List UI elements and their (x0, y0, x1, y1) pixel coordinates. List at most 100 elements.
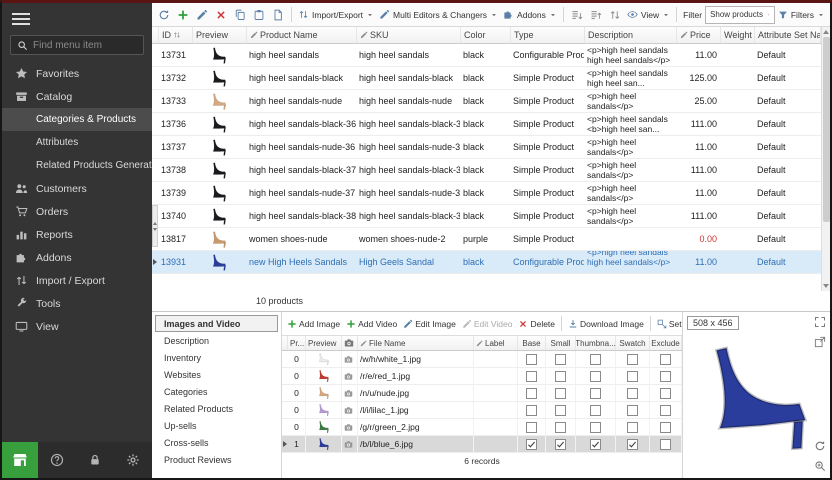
product-row-13737[interactable]: 13737high heel sandals-nude-36high heel … (152, 136, 821, 159)
document-button[interactable] (269, 5, 287, 25)
collapse-rows-button[interactable] (587, 5, 605, 25)
product-row-13736[interactable]: 13736high heel sandals-black-36high heel… (152, 113, 821, 136)
product-row-13733[interactable]: 13733high heel sandals-nudehigh heel san… (152, 90, 821, 113)
sidebar-item-reports[interactable]: Reports (2, 223, 152, 246)
lock-button[interactable] (76, 453, 114, 467)
delete-product-button[interactable] (212, 5, 230, 25)
expand-rows-button[interactable] (568, 5, 586, 25)
checkbox-small[interactable] (555, 354, 566, 365)
settings-button[interactable] (114, 453, 152, 467)
image-row-l-i-lilac-1-jpg[interactable]: 0/l/i/lilac_1.jpg (282, 402, 682, 419)
column-header-type[interactable]: Type (511, 27, 585, 43)
column-header-preview[interactable]: Preview (306, 336, 342, 350)
tab-product-reviews[interactable]: Product Reviews (155, 451, 278, 468)
column-header-preview[interactable]: Preview (193, 27, 247, 43)
checkbox-swatch[interactable] (627, 405, 638, 416)
checkbox-exclude[interactable] (660, 439, 671, 450)
image-row-b-l-blue-6-jpg[interactable]: 1/b/l/blue_6.jpg (282, 436, 682, 453)
checkbox-swatch[interactable] (627, 371, 638, 382)
set-resize-rule-button[interactable]: Set Resize Rule (654, 319, 682, 329)
checkbox-swatch[interactable] (627, 354, 638, 365)
checkbox-thumbnail[interactable] (590, 422, 601, 433)
sidebar-item-related-products-generator[interactable]: Related Products Generator (2, 154, 152, 177)
tab-related-products[interactable]: Related Products (155, 400, 278, 417)
checkbox-small[interactable] (555, 422, 566, 433)
category-filter-select[interactable]: Show products from selected categories (705, 6, 775, 24)
copy-button[interactable] (231, 5, 249, 25)
view-menu[interactable]: View (625, 5, 672, 25)
paste-button[interactable] (250, 5, 268, 25)
tab-inventory[interactable]: Inventory (155, 349, 278, 366)
product-row-13732[interactable]: 13732high heel sandals-blackhigh heel sa… (152, 67, 821, 90)
checkbox-small[interactable] (555, 371, 566, 382)
checkbox-thumbnail[interactable] (590, 371, 601, 382)
sidebar-item-categories-products[interactable]: Categories & Products (2, 108, 152, 131)
sidebar-search[interactable] (10, 35, 144, 55)
product-row-13931[interactable]: 13931new High Heels SandalsHigh Geels Sa… (152, 251, 821, 274)
image-row-n-u-nude-jpg[interactable]: 0/n/u/nude.jpg (282, 385, 682, 402)
image-row-r-e-red-1-jpg[interactable]: 0/r/e/red_1.jpg (282, 368, 682, 385)
checkbox-exclude[interactable] (660, 371, 671, 382)
add-video-button[interactable]: Add Video (343, 319, 400, 329)
checkbox-thumbnail[interactable] (590, 439, 601, 450)
scroll-up-arrow[interactable] (823, 30, 829, 34)
sort-rows-button[interactable] (606, 5, 624, 25)
refresh-button[interactable] (155, 5, 173, 25)
column-header-thumbna[interactable]: Thumbna... (576, 336, 616, 350)
column-header-sku[interactable]: SKU (357, 27, 461, 43)
help-button[interactable] (38, 453, 76, 467)
multi-editors-menu[interactable]: Multi Editors & Changers (377, 5, 500, 25)
addons-menu[interactable]: Addons (501, 5, 559, 25)
tab-images-and-video[interactable]: Images and Video (155, 315, 278, 332)
checkbox-thumbnail[interactable] (590, 354, 601, 365)
menu-toggle-button[interactable] (2, 3, 42, 32)
checkbox-base[interactable] (526, 422, 537, 433)
search-input[interactable] (33, 40, 137, 51)
image-row-w-h-white-1-jpg[interactable]: 0/w/h/white_1.jpg (282, 351, 682, 368)
checkbox-base[interactable] (526, 405, 537, 416)
product-row-13740[interactable]: 13740high heel sandals-black-38high heel… (152, 205, 821, 228)
delete-image-button[interactable]: Delete (515, 319, 558, 329)
add-image-button[interactable]: Add Image (284, 319, 343, 329)
column-header-small[interactable]: Small (546, 336, 576, 350)
sidebar-item-customers[interactable]: Customers (2, 177, 152, 200)
download-image-button[interactable]: Download Image (565, 319, 647, 329)
product-row-13739[interactable]: 13739high heel sandals-nude-37high heel … (152, 182, 821, 205)
column-header-file-name[interactable]: File Name (358, 336, 474, 350)
checkbox-thumbnail[interactable] (590, 405, 601, 416)
add-product-button[interactable] (174, 5, 192, 25)
column-header-swatch[interactable]: Swatch (616, 336, 650, 350)
checkbox-swatch[interactable] (627, 388, 638, 399)
checkbox-small[interactable] (555, 439, 566, 450)
tab-up-sells[interactable]: Up-sells (155, 417, 278, 434)
image-row-g-r-green-2-jpg[interactable]: 0/g/r/green_2.jpg (282, 419, 682, 436)
checkbox-base[interactable] (526, 388, 537, 399)
filters-menu[interactable]: Filters (776, 5, 827, 25)
checkbox-exclude[interactable] (660, 388, 671, 399)
sidebar-item-orders[interactable]: Orders (2, 200, 152, 223)
column-header-pr[interactable]: Pr... (288, 336, 306, 350)
sidebar-item-view[interactable]: View (2, 315, 152, 338)
column-header-camera[interactable] (342, 336, 358, 350)
checkbox-exclude[interactable] (660, 422, 671, 433)
column-header-label[interactable]: Label (474, 336, 518, 350)
sidebar-item-addons[interactable]: Addons (2, 246, 152, 269)
tab-websites[interactable]: Websites (155, 366, 278, 383)
checkbox-swatch[interactable] (627, 422, 638, 433)
checkbox-base[interactable] (526, 439, 537, 450)
zoom-button[interactable] (814, 460, 826, 472)
tab-categories[interactable]: Categories (155, 383, 278, 400)
checkbox-exclude[interactable] (660, 405, 671, 416)
checkbox-swatch[interactable] (627, 439, 638, 450)
sidebar-item-import-export[interactable]: Import / Export (2, 269, 152, 292)
column-header-base[interactable]: Base (518, 336, 546, 350)
column-header-id[interactable]: ID (159, 27, 193, 43)
column-header-exclude[interactable]: Exclude (650, 336, 682, 350)
sidebar-item-favorites[interactable]: Favorites (2, 62, 152, 85)
checkbox-base[interactable] (526, 354, 537, 365)
tab-cross-sells[interactable]: Cross-sells (155, 434, 278, 451)
product-row-13731[interactable]: 13731high heel sandalshigh heel sandalsb… (152, 44, 821, 67)
column-header-weight[interactable]: Weight (721, 27, 755, 43)
edit-image-button[interactable]: Edit Image (400, 319, 459, 329)
import-export-menu[interactable]: Import/Export (296, 5, 376, 25)
